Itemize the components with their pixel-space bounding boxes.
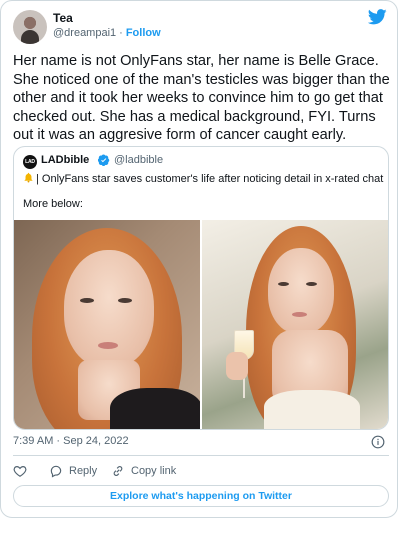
avatar-figure xyxy=(21,30,39,44)
lip-shape xyxy=(292,312,307,317)
copy-link-label: Copy link xyxy=(131,465,177,477)
quoted-subtext: More below: xyxy=(23,198,83,210)
eye-shape xyxy=(80,298,94,303)
ladbible-logo: LAD xyxy=(23,155,37,169)
eye-shape xyxy=(278,282,289,286)
info-icon[interactable] xyxy=(371,435,385,449)
explore-button[interactable]: Explore what's happening on Twitter xyxy=(13,485,389,507)
quoted-tweet[interactable]: LAD LADbible @ladbible | OnlyFans star s… xyxy=(13,146,389,430)
link-icon xyxy=(113,466,123,476)
eye-shape xyxy=(306,282,317,286)
divider xyxy=(13,455,389,456)
face-shape xyxy=(64,250,154,368)
twitter-bird-icon[interactable] xyxy=(368,9,387,25)
author-meta: @dreampai1 · Follow xyxy=(53,27,161,39)
tweet-text: Her name is not OnlyFans star, her name … xyxy=(13,53,390,143)
verified-badge-icon xyxy=(98,154,110,166)
like-button[interactable] xyxy=(13,464,27,478)
face-shape xyxy=(268,248,334,334)
reply-label: Reply xyxy=(69,465,98,477)
photo-right[interactable] xyxy=(202,220,388,429)
top-shape xyxy=(264,390,360,429)
copy-link-button[interactable]: Copy link xyxy=(111,464,176,478)
quoted-author-handle: @ladbible xyxy=(114,154,164,166)
separator-dot: · xyxy=(119,27,123,39)
reply-button[interactable]: Reply xyxy=(49,464,97,478)
quoted-text: | OnlyFans star saves customer's life af… xyxy=(23,172,383,185)
author-name[interactable]: Tea xyxy=(53,11,73,25)
tweet-card: Tea @dreampai1 · Follow Her name is not On… xyxy=(0,0,398,518)
bell-icon xyxy=(24,172,33,183)
avatar[interactable] xyxy=(13,10,47,44)
author-handle[interactable]: @dreampai1 xyxy=(53,27,116,39)
photo-left[interactable] xyxy=(14,220,200,429)
heart-icon xyxy=(13,466,27,477)
quoted-author-name: LADbible xyxy=(41,154,90,166)
reply-icon xyxy=(50,465,62,478)
top-shape xyxy=(110,388,200,429)
eye-shape xyxy=(118,298,132,303)
timestamp[interactable]: 7:39 AM · Sep 24, 2022 xyxy=(13,435,129,447)
lip-shape xyxy=(98,342,118,349)
quoted-headline: | OnlyFans star saves customer's life af… xyxy=(36,173,384,185)
hand-shape xyxy=(226,352,248,380)
follow-button[interactable]: Follow xyxy=(126,27,161,39)
